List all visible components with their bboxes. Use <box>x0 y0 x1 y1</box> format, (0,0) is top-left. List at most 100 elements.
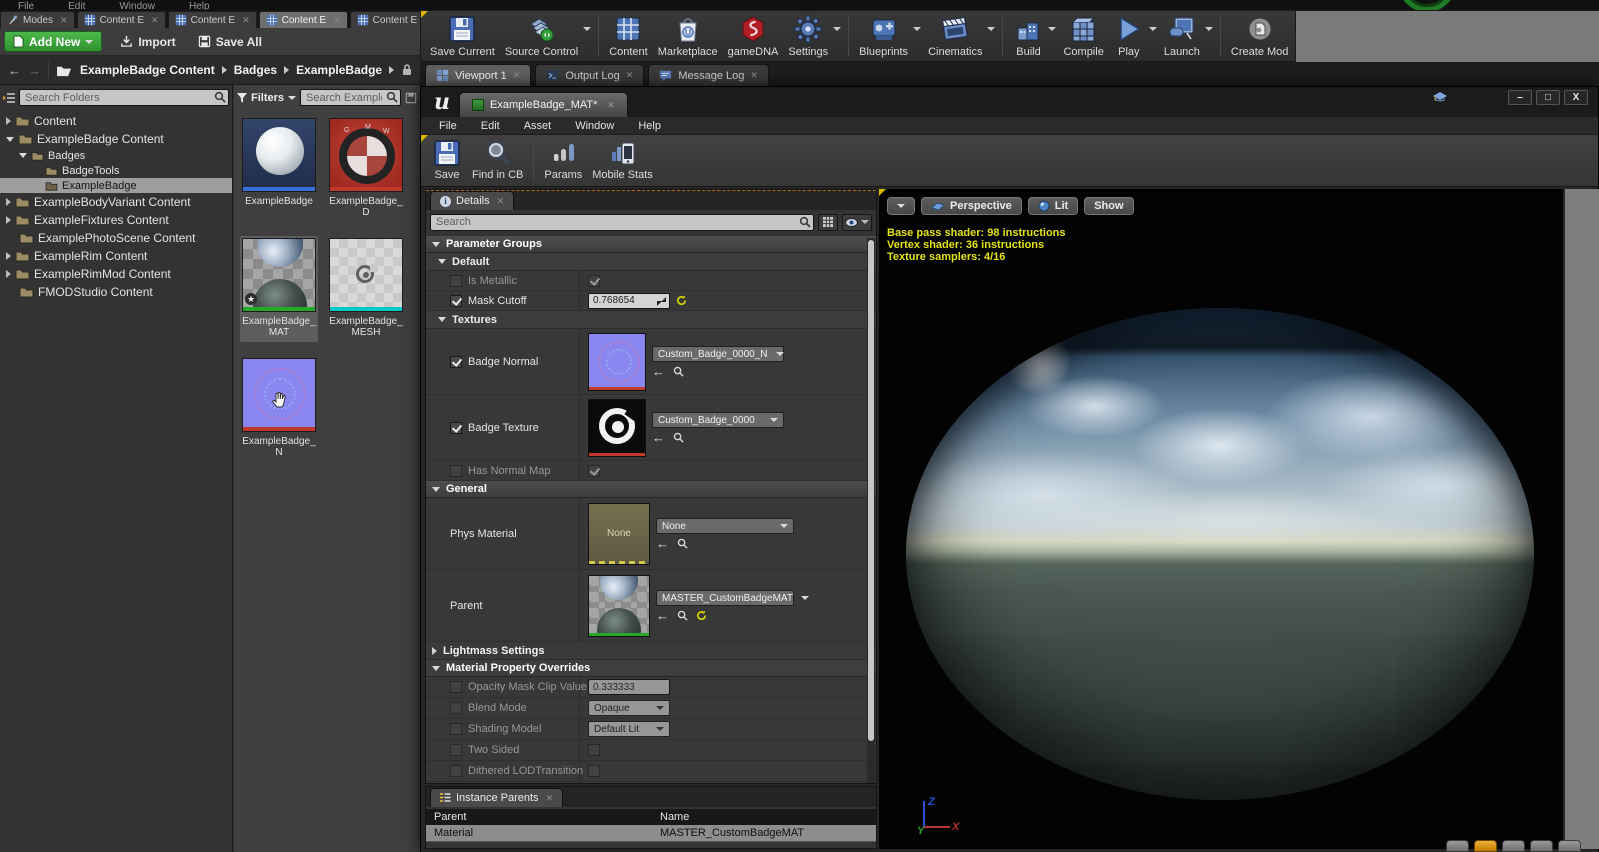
toolbar-button-save-current[interactable]: Save Current <box>425 12 500 61</box>
dropdown-caret-icon[interactable] <box>1048 27 1056 31</box>
asset-tile-examplebadge[interactable]: ExampleBadge <box>240 116 318 222</box>
use-selected-asset-icon[interactable]: ← <box>656 539 669 549</box>
root-menu-help[interactable]: Help <box>189 1 210 10</box>
use-selected-asset-icon[interactable]: ← <box>652 367 665 377</box>
details-row-material-property-overrides[interactable]: Material Property Overrides <box>426 660 876 677</box>
dropdown-caret-icon[interactable] <box>583 27 591 31</box>
tab-close-icon[interactable]: ✕ <box>60 15 68 26</box>
tab-close-icon[interactable]: ✕ <box>607 100 615 111</box>
doc-tab-output-log[interactable]: Output Log✕ <box>535 64 644 86</box>
tutorial-cap-icon[interactable] <box>1432 91 1448 104</box>
dropdown-caret-icon[interactable] <box>833 27 841 31</box>
menu-file[interactable]: File <box>439 120 457 132</box>
me-toolbar-button-params[interactable]: Params <box>539 137 587 184</box>
breadcrumb-item-badges[interactable]: Badges <box>234 63 277 77</box>
tab-close-icon[interactable]: ✕ <box>333 15 341 26</box>
checkbox-checked[interactable] <box>450 295 462 307</box>
drag-value-icon[interactable] <box>657 297 666 306</box>
expander-icon[interactable] <box>438 317 446 322</box>
checkbox-checked[interactable] <box>450 356 462 368</box>
details-tab-close-icon[interactable]: ✕ <box>497 196 505 207</box>
toolbar-button-gamedna[interactable]: gameDNA <box>723 12 784 61</box>
expander-icon[interactable] <box>432 647 437 655</box>
checkbox-unchecked[interactable] <box>588 744 600 756</box>
asset-tile-examplebadge-n[interactable]: ExampleBadge_N <box>240 356 318 462</box>
expander-icon[interactable] <box>438 259 446 264</box>
toolbar-button-source-control[interactable]: Source Control <box>500 12 583 61</box>
editor-tab-content-e-2[interactable]: Content E✕ <box>168 11 257 28</box>
expander-icon[interactable] <box>6 198 11 206</box>
editor-tab-modes-0[interactable]: Modes✕ <box>0 11 75 28</box>
checkbox-unchecked[interactable] <box>450 275 462 287</box>
material-document-tab[interactable]: ExampleBadge_MAT* ✕ <box>459 92 628 117</box>
tree-item-examplerimmod-content[interactable]: ExampleRimMod Content <box>0 265 232 283</box>
preview-shape-plane-button[interactable] <box>1502 840 1525 852</box>
viewport-options-button[interactable] <box>887 197 915 215</box>
dropdown-caret-icon[interactable] <box>913 27 921 31</box>
expander-icon[interactable] <box>6 137 14 142</box>
expander-icon[interactable] <box>6 216 11 224</box>
details-row-parameter-groups[interactable]: Parameter Groups <box>426 236 876 253</box>
toolbar-button-build[interactable]: Build <box>1008 12 1048 61</box>
details-search-input[interactable] <box>430 214 814 231</box>
save-all-button[interactable]: Save All <box>194 31 266 53</box>
checkbox-checked[interactable] <box>588 275 600 287</box>
me-toolbar-button-save[interactable]: Save <box>427 137 467 184</box>
tree-item-examplefixtures-content[interactable]: ExampleFixtures Content <box>0 211 232 229</box>
reset-to-default-icon[interactable] <box>676 295 687 306</box>
editor-tab-content-e-3[interactable]: Content E✕ <box>259 11 348 28</box>
tree-item-examplebadge[interactable]: ExampleBadge <box>0 178 232 193</box>
preview-shape-cylinder-button[interactable] <box>1446 840 1469 852</box>
expander-icon[interactable] <box>6 252 11 260</box>
display-filter-eye-button[interactable] <box>842 214 872 231</box>
browse-to-asset-icon[interactable] <box>673 432 684 443</box>
toolbar-button-marketplace[interactable]: Marketplace <box>653 12 723 61</box>
menu-asset[interactable]: Asset <box>524 120 552 132</box>
checkbox-checked[interactable] <box>450 422 462 434</box>
tree-item-examplebodyvariant-content[interactable]: ExampleBodyVariant Content <box>0 193 232 211</box>
lit-button[interactable]: Lit <box>1028 197 1078 215</box>
expander-icon[interactable] <box>19 153 27 158</box>
checkbox-unchecked[interactable] <box>450 723 462 735</box>
save-search-icon[interactable] <box>405 92 417 104</box>
lock-icon[interactable] <box>401 63 413 77</box>
back-arrow-button[interactable]: ← <box>8 63 21 78</box>
parent-thumbnail[interactable] <box>588 575 650 637</box>
maximize-button[interactable]: □ <box>1536 90 1560 105</box>
asset-tile-examplebadge-mat[interactable]: ★ExampleBadge_MAT <box>240 236 318 342</box>
forward-arrow-button[interactable]: → <box>28 63 41 78</box>
instance-parent-row[interactable]: MaterialMASTER_CustomBadgeMAT <box>426 825 876 842</box>
preview-shape-sphere-button[interactable] <box>1474 840 1497 852</box>
use-selected-asset-icon[interactable]: ← <box>656 611 669 621</box>
close-button[interactable]: X <box>1564 90 1588 105</box>
me-toolbar-button-mobile-stats[interactable]: Mobile Stats <box>587 137 658 184</box>
asset-tile-examplebadge-mesh[interactable]: ExampleBadge_MESH <box>327 236 405 342</box>
toolbar-button-settings[interactable]: Settings <box>783 12 833 61</box>
checkbox-unchecked[interactable] <box>450 702 462 714</box>
details-scrollbar[interactable] <box>867 238 875 783</box>
tree-item-badgetools[interactable]: BadgeTools <box>0 163 232 178</box>
tab-close-icon[interactable]: ✕ <box>151 15 159 26</box>
show-button[interactable]: Show <box>1084 197 1133 215</box>
checkbox-unchecked[interactable] <box>588 765 600 777</box>
phys-material-asset-dropdown[interactable]: None <box>656 518 794 534</box>
expander-icon[interactable] <box>6 270 11 278</box>
details-row-default[interactable]: Default <box>426 253 876 271</box>
preview-shape-cube-button[interactable] <box>1530 840 1553 852</box>
tree-item-fmodstudio-content[interactable]: FMODStudio Content <box>0 283 232 301</box>
window-title-bar[interactable]: u ExampleBadge_MAT* ✕ – □ X <box>421 87 1598 117</box>
expander-icon[interactable] <box>6 117 11 125</box>
checkbox-unchecked[interactable] <box>450 765 462 777</box>
checkbox-unchecked[interactable] <box>450 744 462 756</box>
details-row-lightmass-settings[interactable]: Lightmass Settings <box>426 642 876 660</box>
menu-window[interactable]: Window <box>575 120 614 132</box>
browse-to-asset-icon[interactable] <box>673 366 684 377</box>
asset-tile-examplebadge-d[interactable]: G M WExampleBadge_D <box>327 116 405 222</box>
badge-normal-thumbnail[interactable] <box>588 333 646 391</box>
import-button[interactable]: Import <box>116 31 179 53</box>
expander-icon[interactable] <box>432 666 440 671</box>
toolbar-button-create-mod[interactable]: Create Mod <box>1226 12 1293 61</box>
minimize-button[interactable]: – <box>1508 90 1532 105</box>
property-matrix-button[interactable] <box>818 214 838 231</box>
toolbar-button-cinematics[interactable]: Cinematics <box>923 12 987 61</box>
